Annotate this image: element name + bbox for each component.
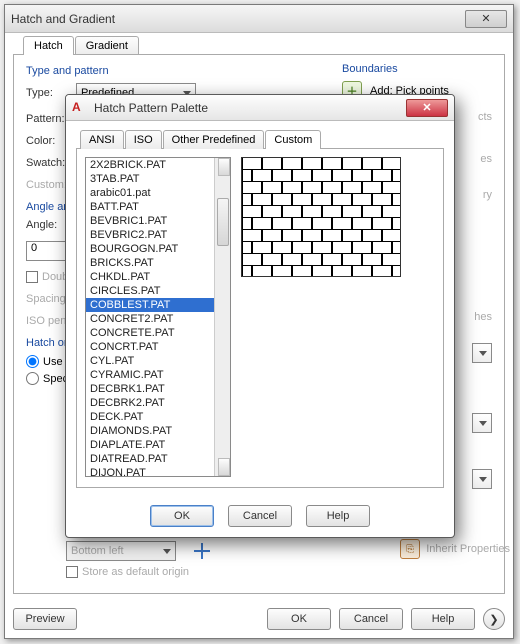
list-scrollbar[interactable] <box>214 158 230 476</box>
main-button-bar: Preview OK Cancel Help ❯ <box>13 608 505 630</box>
pattern-list-item[interactable]: BRICKS.PAT <box>86 256 214 270</box>
main-close-button[interactable]: ✕ <box>465 10 507 28</box>
app-icon: A <box>72 100 88 116</box>
pattern-list-item[interactable]: CYL.PAT <box>86 354 214 368</box>
pattern-list-item[interactable]: BOURGOGN.PAT <box>86 242 214 256</box>
palette-cancel-button[interactable]: Cancel <box>228 505 292 527</box>
origin-default-combo[interactable]: Bottom left <box>66 541 176 561</box>
use-current-origin-radio[interactable] <box>26 355 39 368</box>
main-tabs: Hatch Gradient <box>23 35 505 54</box>
tab-gradient[interactable]: Gradient <box>75 36 139 55</box>
pattern-preview <box>241 157 435 479</box>
palette-tab-other[interactable]: Other Predefined <box>163 130 265 149</box>
pattern-list-item[interactable]: CONCRET2.PAT <box>86 312 214 326</box>
use-current-origin-label: Use current origin <box>43 356 65 368</box>
group-boundaries: Boundaries <box>342 63 492 75</box>
pattern-list-item[interactable]: CIRCLES.PAT <box>86 284 214 298</box>
pattern-list-item[interactable]: DIATREAD.PAT <box>86 452 214 466</box>
right-combo-1[interactable] <box>472 343 492 363</box>
pattern-list-item[interactable]: CHKDL.PAT <box>86 270 214 284</box>
pattern-list-item[interactable]: DECK.PAT <box>86 410 214 424</box>
expand-button[interactable]: ❯ <box>483 608 505 630</box>
inherit-icon[interactable]: ⎘ <box>400 539 420 559</box>
pattern-list-item[interactable]: DIAMONDS.PAT <box>86 424 214 438</box>
close-icon: ✕ <box>481 12 490 25</box>
pattern-list-item[interactable]: BATT.PAT <box>86 200 214 214</box>
palette-ok-button[interactable]: OK <box>150 505 214 527</box>
pattern-list-item[interactable]: CYRAMIC.PAT <box>86 368 214 382</box>
tab-hatch[interactable]: Hatch <box>23 36 74 55</box>
origin-crosshair-icon <box>194 543 210 559</box>
palette-tab-custom[interactable]: Custom <box>265 130 321 149</box>
right-combo-3[interactable] <box>472 469 492 489</box>
scrollbar-thumb[interactable] <box>217 198 229 246</box>
checkbox-icon <box>26 271 38 283</box>
pattern-list-item[interactable]: 2X2BRICK.PAT <box>86 158 214 172</box>
pattern-list-item[interactable]: DIJON.PAT <box>86 466 214 477</box>
pattern-list-item[interactable]: DIAPLATE.PAT <box>86 438 214 452</box>
pattern-list-item[interactable]: DECBRK2.PAT <box>86 396 214 410</box>
palette-title: Hatch Pattern Palette <box>94 101 406 115</box>
main-title: Hatch and Gradient <box>11 12 465 26</box>
pattern-list[interactable]: 2X2BRICK.PAT3TAB.PATarabic01.patBATT.PAT… <box>85 157 231 477</box>
cancel-button[interactable]: Cancel <box>339 608 403 630</box>
store-default-origin-label: Store as default origin <box>82 566 189 578</box>
specified-origin-radio[interactable] <box>26 372 39 385</box>
origin-default-value: Bottom left <box>71 545 124 557</box>
preview-button[interactable]: Preview <box>13 608 77 630</box>
hatch-pattern-palette-dialog: A Hatch Pattern Palette ✕ ANSI ISO Other… <box>65 94 455 538</box>
pattern-list-item[interactable]: 3TAB.PAT <box>86 172 214 186</box>
palette-button-bar: OK Cancel Help <box>66 505 454 527</box>
pattern-list-item[interactable]: BEVBRIC1.PAT <box>86 214 214 228</box>
pattern-list-item[interactable]: BEVBRIC2.PAT <box>86 228 214 242</box>
main-titlebar[interactable]: Hatch and Gradient ✕ <box>5 5 513 33</box>
ok-button[interactable]: OK <box>267 608 331 630</box>
palette-help-button[interactable]: Help <box>306 505 370 527</box>
palette-tabs: ANSI ISO Other Predefined Custom <box>80 129 444 148</box>
right-combo-2[interactable] <box>472 413 492 433</box>
palette-tab-ansi[interactable]: ANSI <box>80 130 124 149</box>
close-icon: ✕ <box>422 101 431 114</box>
store-default-origin-checkbox[interactable]: Store as default origin <box>66 566 189 578</box>
pattern-list-item[interactable]: DECBRK1.PAT <box>86 382 214 396</box>
pattern-list-item[interactable]: COBBLEST.PAT <box>86 298 214 312</box>
help-button[interactable]: Help <box>411 608 475 630</box>
palette-close-button[interactable]: ✕ <box>406 99 448 117</box>
chevron-right-icon: ❯ <box>489 613 498 626</box>
pattern-list-item[interactable]: CONCRETE.PAT <box>86 326 214 340</box>
pattern-list-item[interactable]: CONCRT.PAT <box>86 340 214 354</box>
pattern-list-item[interactable]: arabic01.pat <box>86 186 214 200</box>
checkbox-icon <box>66 566 78 578</box>
specified-origin-label: Specified origin <box>43 373 65 385</box>
pattern-preview-box <box>241 157 401 277</box>
palette-tab-iso[interactable]: ISO <box>125 130 162 149</box>
palette-tab-pane: 2X2BRICK.PAT3TAB.PATarabic01.patBATT.PAT… <box>76 148 444 488</box>
palette-titlebar[interactable]: A Hatch Pattern Palette ✕ <box>66 95 454 121</box>
inherit-label: Inherit Properties <box>426 543 510 555</box>
